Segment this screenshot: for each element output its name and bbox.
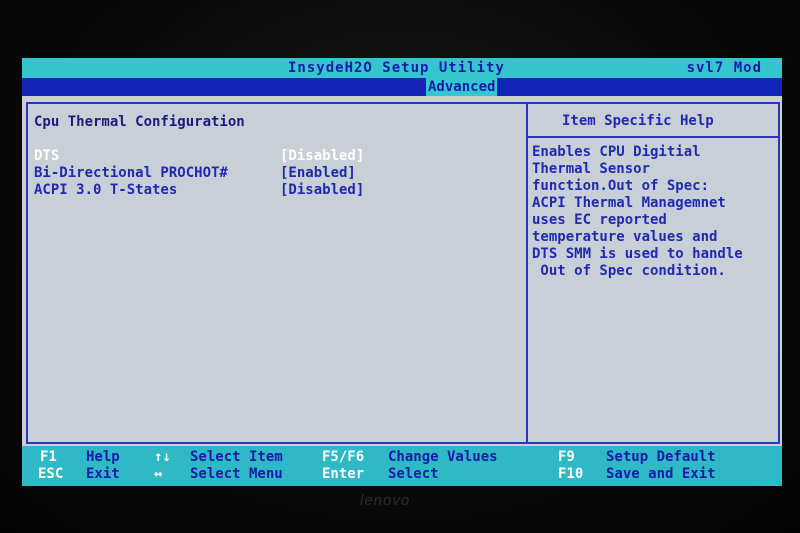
help-header: Item Specific Help: [528, 104, 778, 138]
key-f1: F1: [40, 449, 57, 465]
key-f1-desc: Help: [86, 449, 120, 465]
key-f9-desc: Setup Default: [606, 449, 716, 465]
help-panel: Item Specific Help Enables CPU Digitial …: [526, 102, 780, 444]
key-f10: F10: [558, 466, 584, 482]
option-value[interactable]: [Disabled]: [280, 182, 364, 198]
option-value[interactable]: [Disabled]: [280, 148, 364, 164]
option-value[interactable]: [Enabled]: [280, 165, 356, 181]
option-acpi-t-states[interactable]: ACPI 3.0 T-States [Disabled]: [34, 182, 364, 198]
key-enter-desc: Select: [388, 466, 439, 482]
menu-tab-bar: Advanced: [22, 78, 782, 96]
help-line: uses EC reported: [532, 212, 667, 228]
section-title: Cpu Thermal Configuration: [34, 114, 245, 130]
option-label: DTS: [34, 148, 60, 164]
option-label: ACPI 3.0 T-States: [34, 182, 178, 198]
key-legend-bar: F1 Help ESC Exit ↑↓ Select Item ↔ Select…: [22, 446, 782, 486]
key-leftright-desc: Select Menu: [190, 466, 283, 482]
key-enter: Enter: [322, 466, 365, 482]
arrow-updown-icon: ↑↓: [154, 449, 171, 465]
help-line: Thermal Sensor: [532, 161, 651, 177]
key-updown-desc: Select Item: [190, 449, 283, 465]
key-f9: F9: [558, 449, 575, 465]
main-panel: Cpu Thermal Configuration DTS [Disabled]…: [26, 102, 528, 444]
help-line: ACPI Thermal Managemnet: [532, 195, 726, 211]
option-label: Bi-Directional PROCHOT#: [34, 165, 228, 181]
option-bi-directional-prochot[interactable]: Bi-Directional PROCHOT# [Enabled]: [34, 165, 356, 181]
key-f10-desc: Save and Exit: [606, 466, 716, 482]
option-dts[interactable]: DTS [Disabled]: [34, 148, 364, 164]
lenovo-logo: lenovo: [360, 492, 411, 509]
mod-label: svl7 Mod: [686, 60, 762, 76]
tab-advanced[interactable]: Advanced: [426, 78, 498, 96]
key-esc: ESC: [38, 466, 64, 482]
arrow-leftright-icon: ↔: [154, 466, 163, 482]
help-line: function.Out of Spec:: [532, 178, 710, 194]
help-line: Enables CPU Digitial: [532, 144, 701, 160]
help-line: Out of Spec condition.: [532, 263, 726, 279]
title-bar: InsydeH2O Setup Utility svl7 Mod: [22, 58, 782, 78]
help-line: temperature values and: [532, 229, 718, 245]
utility-title: InsydeH2O Setup Utility: [288, 60, 505, 76]
help-title: Item Specific Help: [562, 113, 714, 129]
bios-screen: InsydeH2O Setup Utility svl7 Mod Advance…: [22, 58, 782, 486]
key-esc-desc: Exit: [86, 466, 120, 482]
key-f5f6-desc: Change Values: [388, 449, 498, 465]
key-f5f6: F5/F6: [322, 449, 365, 465]
help-line: DTS SMM is used to handle: [532, 246, 743, 262]
help-text: Enables CPU Digitial Thermal Sensor func…: [532, 144, 776, 280]
